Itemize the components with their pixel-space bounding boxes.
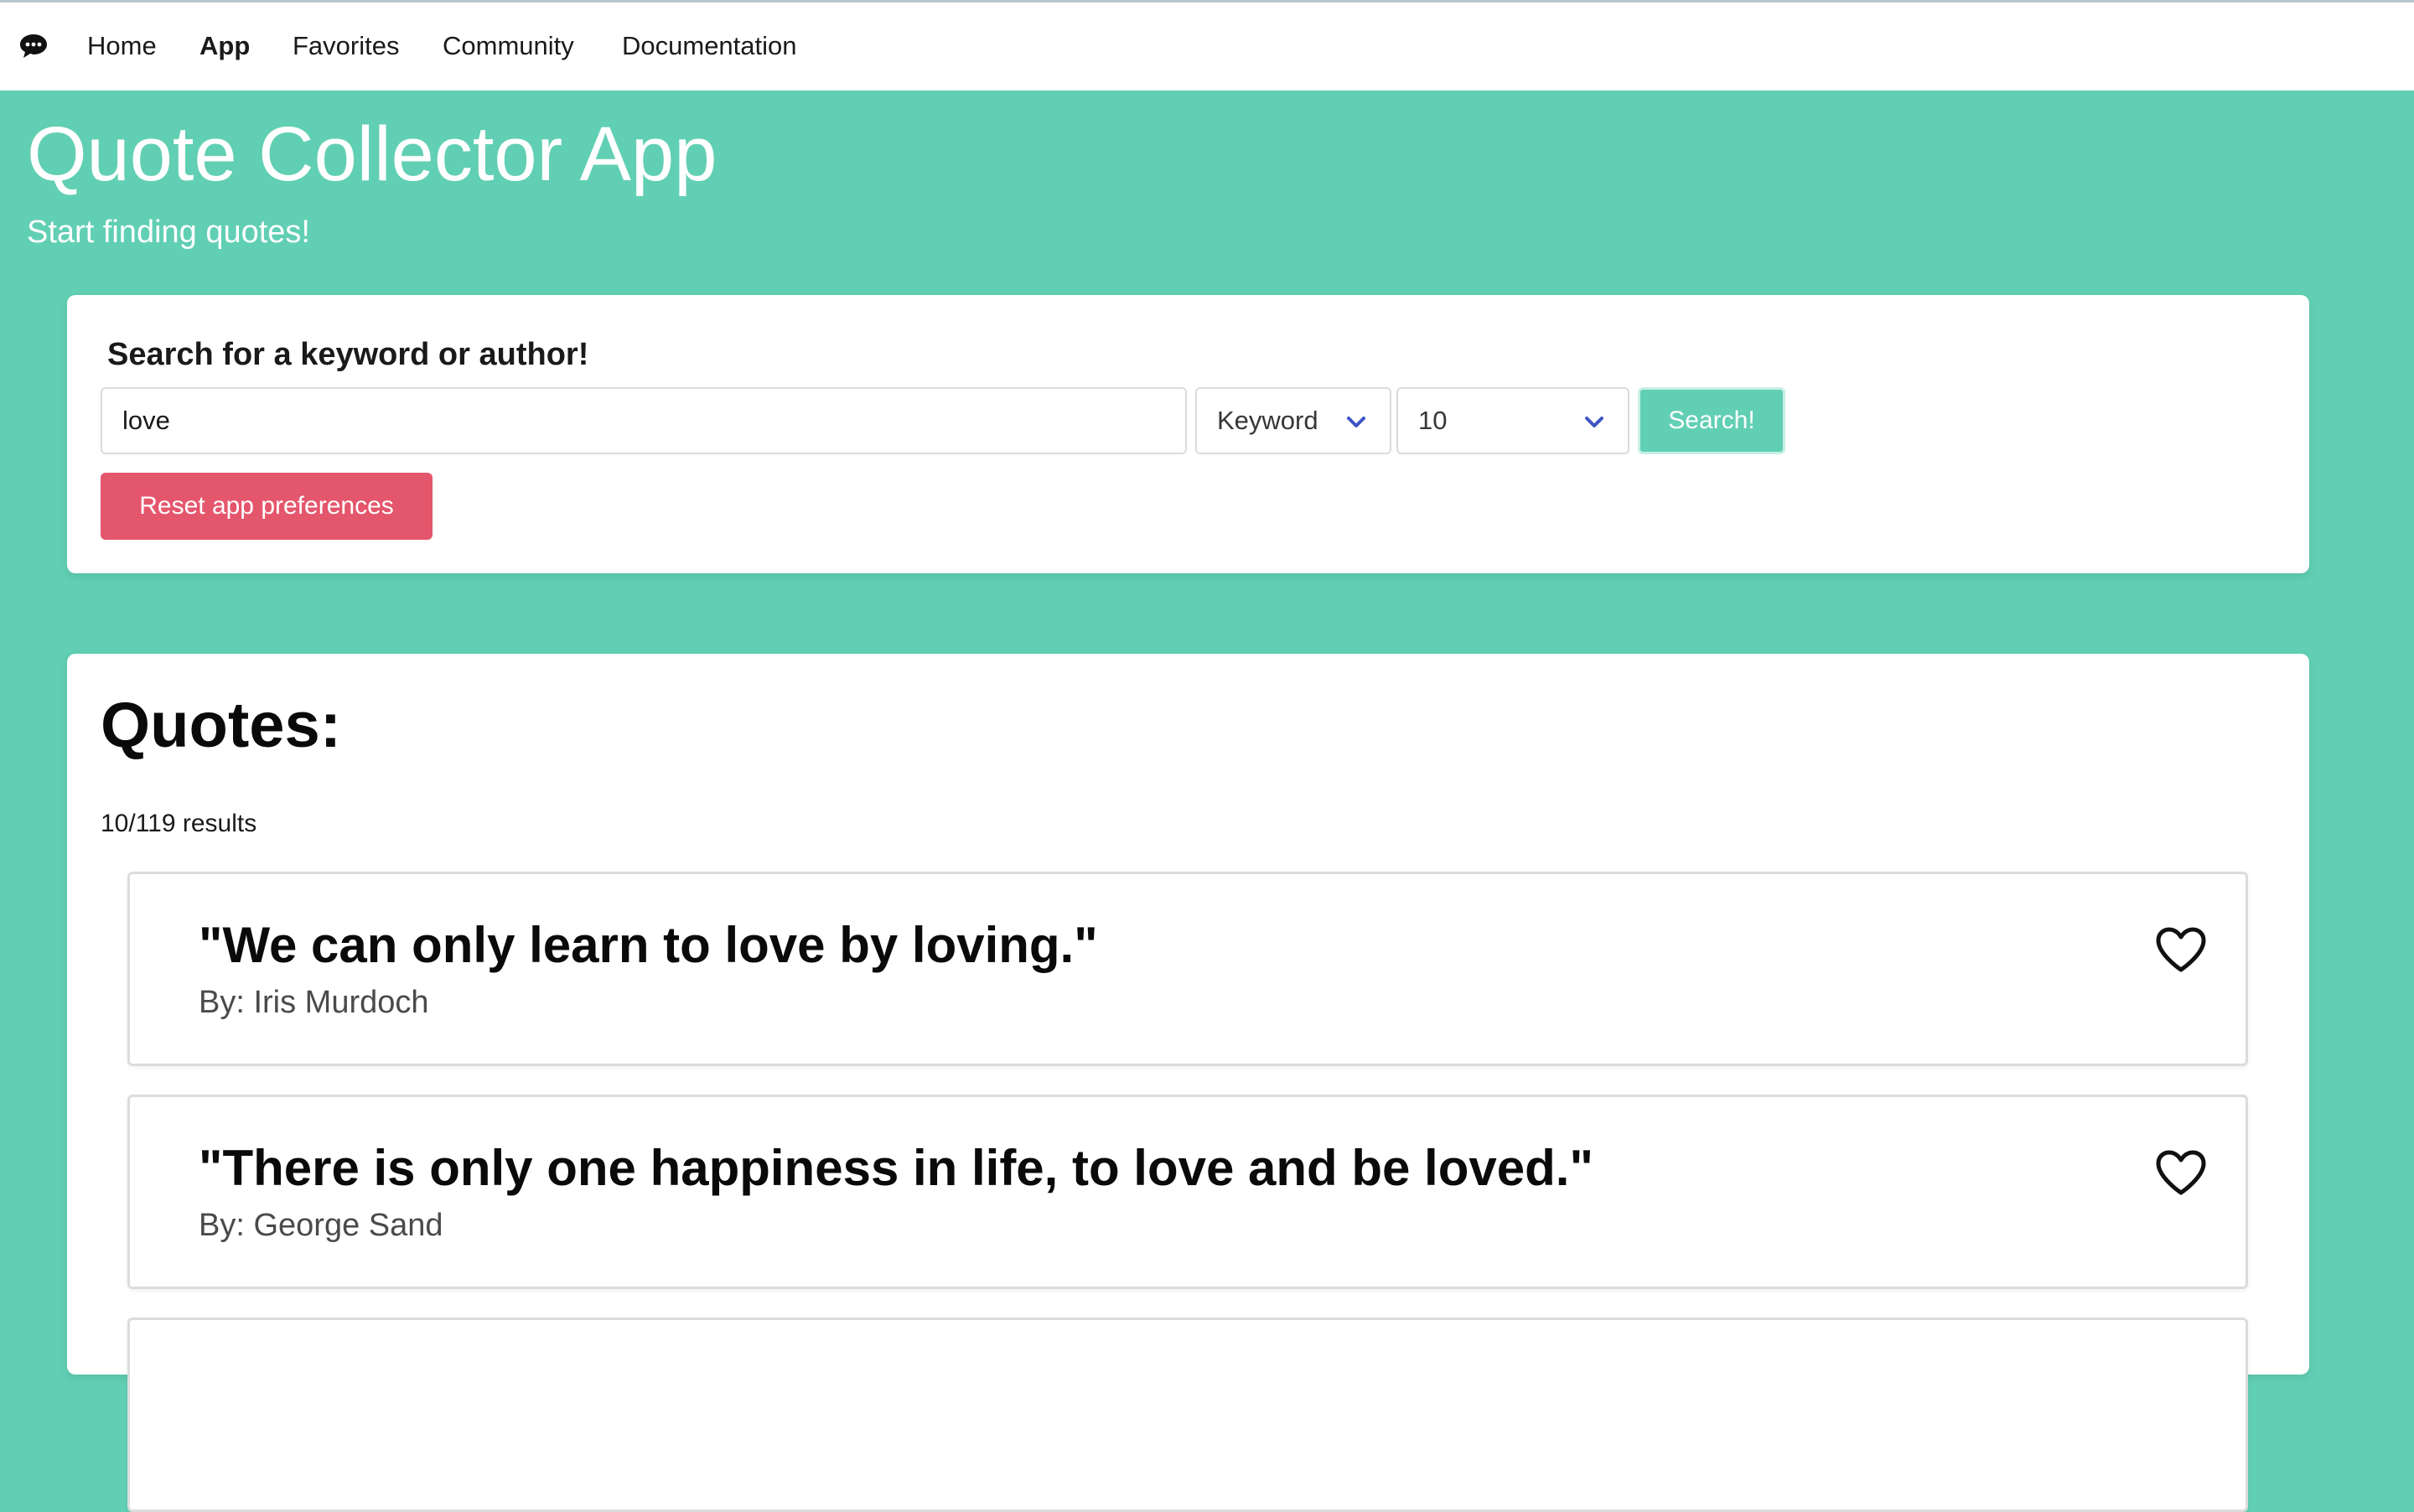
- chevron-down-icon: [1585, 417, 1603, 427]
- quotes-heading: Quotes:: [101, 690, 342, 761]
- result-count-value: 10: [1418, 406, 1448, 435]
- search-mode-value: Keyword: [1217, 406, 1318, 435]
- search-mode-select[interactable]: Keyword: [1195, 387, 1391, 454]
- quote-author: By: Iris Murdoch: [199, 985, 429, 1020]
- heart-outline-icon[interactable]: [2155, 926, 2207, 973]
- quote-card: "There is only one happiness in life, to…: [127, 1095, 2248, 1289]
- page-title: Quote Collector App: [27, 111, 717, 197]
- heart-outline-icon[interactable]: [2155, 1149, 2207, 1196]
- search-label: Search for a keyword or author!: [107, 337, 589, 372]
- nav-home[interactable]: Home: [87, 31, 157, 61]
- page-subtitle: Start finding quotes!: [27, 215, 310, 250]
- nav-community[interactable]: Community: [443, 31, 574, 61]
- top-navbar: Home App Favorites Community Documentati…: [0, 0, 2414, 91]
- result-count-select[interactable]: 10: [1396, 387, 1629, 454]
- quote-card: "We can only learn to love by loving." B…: [127, 872, 2248, 1066]
- search-button[interactable]: Search!: [1638, 387, 1785, 454]
- quote-author: By: George Sand: [199, 1208, 443, 1243]
- nav-documentation[interactable]: Documentation: [622, 31, 797, 61]
- chevron-down-icon: [1347, 417, 1365, 427]
- reset-preferences-button[interactable]: Reset app preferences: [101, 473, 433, 540]
- search-input[interactable]: [101, 387, 1187, 454]
- quote-text: "We can only learn to love by loving.": [199, 917, 1098, 973]
- quotes-panel: Quotes: 10/119 results "We can only lear…: [67, 654, 2309, 1512]
- result-count: 10/119 results: [101, 810, 257, 837]
- quote-text: "There is only one happiness in life, to…: [199, 1140, 1593, 1196]
- search-panel: Search for a keyword or author! Keyword …: [67, 295, 2309, 573]
- speech-bubble-icon[interactable]: [18, 33, 49, 60]
- nav-favorites[interactable]: Favorites: [293, 31, 399, 61]
- quote-card: [127, 1318, 2248, 1512]
- nav-app[interactable]: App: [199, 31, 250, 61]
